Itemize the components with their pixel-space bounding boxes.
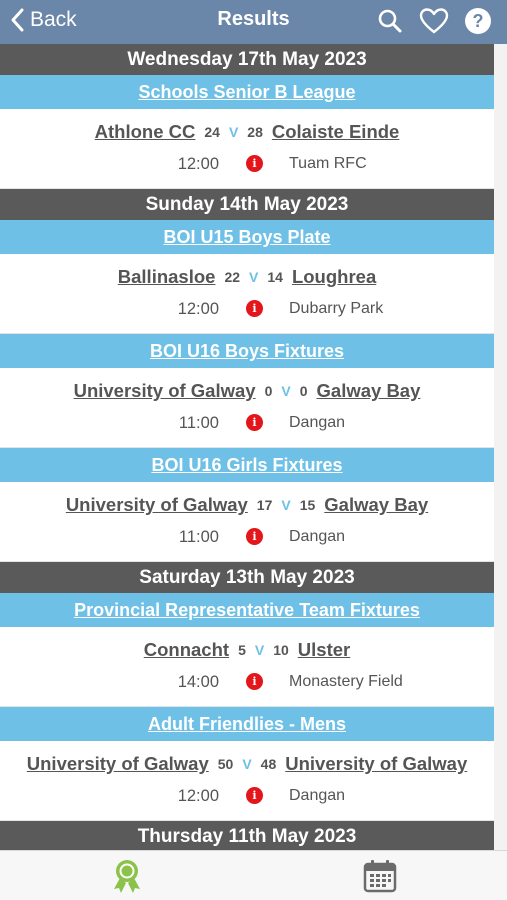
- versus-label: V: [254, 642, 265, 658]
- match-row: Athlone CC 24 V 28 Colaiste Einde 12:00 …: [0, 109, 494, 189]
- home-team-link[interactable]: University of Galway: [74, 380, 256, 402]
- away-score: 14: [267, 269, 283, 285]
- competition-link[interactable]: BOI U15 Boys Plate: [163, 227, 330, 247]
- home-score: 50: [217, 756, 234, 772]
- match-row: University of Galway 0 V 0 Galway Bay 11…: [0, 368, 494, 448]
- match-time: 12:00: [177, 155, 219, 173]
- match-venue: Dubarry Park: [289, 300, 384, 317]
- competition-header[interactable]: BOI U15 Boys Plate: [0, 220, 494, 254]
- versus-label: V: [228, 124, 239, 140]
- info-icon[interactable]: i: [246, 673, 263, 690]
- match-time: 12:00: [177, 787, 219, 805]
- match-venue: Monastery Field: [289, 673, 403, 690]
- info-icon[interactable]: i: [246, 414, 263, 431]
- match-time: 14:00: [177, 673, 219, 691]
- back-label: Back: [30, 8, 77, 31]
- home-score: 0: [264, 383, 273, 399]
- info-icon[interactable]: i: [246, 300, 263, 317]
- away-team-link[interactable]: University of Galway: [285, 753, 467, 775]
- date-header: Saturday 13th May 2023: [0, 562, 494, 593]
- match-venue: Tuam RFC: [289, 155, 367, 172]
- scrollbar[interactable]: [494, 44, 507, 850]
- date-header: Thursday 11th May 2023: [0, 821, 494, 850]
- navigation-bar: Back Results ?: [0, 0, 507, 44]
- match-row: University of Galway 50 V 48 University …: [0, 741, 494, 821]
- away-score: 0: [299, 383, 308, 399]
- chevron-left-icon: [11, 8, 24, 32]
- home-team-link[interactable]: University of Galway: [66, 494, 248, 516]
- tab-calendar[interactable]: [362, 858, 398, 894]
- match-row: Connacht 5 V 10 Ulster 14:00 i Monastery…: [0, 627, 494, 707]
- away-score: 10: [273, 642, 289, 658]
- competition-header[interactable]: Schools Senior B League: [0, 75, 494, 109]
- match-time: 11:00: [178, 528, 219, 546]
- info-icon[interactable]: i: [246, 787, 263, 804]
- tab-results[interactable]: [109, 858, 145, 894]
- match-venue: Dangan: [289, 528, 346, 545]
- away-team-link[interactable]: Ulster: [298, 639, 350, 661]
- tab-bar: [0, 850, 507, 900]
- versus-label: V: [249, 269, 259, 285]
- match-time: 12:00: [177, 300, 219, 318]
- versus-label: V: [242, 756, 252, 772]
- away-score: 48: [260, 756, 277, 772]
- help-icon[interactable]: ?: [463, 6, 493, 36]
- search-icon[interactable]: [375, 6, 405, 36]
- versus-label: V: [281, 383, 291, 399]
- competition-link[interactable]: Schools Senior B League: [138, 82, 355, 102]
- match-venue: Dangan: [289, 414, 346, 431]
- home-team-link[interactable]: University of Galway: [27, 753, 209, 775]
- away-team-link[interactable]: Galway Bay: [324, 494, 428, 516]
- match-row: University of Galway 17 V 15 Galway Bay …: [0, 482, 494, 562]
- award-icon: [114, 860, 140, 893]
- competition-header[interactable]: Provincial Representative Team Fixtures: [0, 593, 494, 627]
- competition-link[interactable]: BOI U16 Boys Fixtures: [150, 341, 344, 361]
- match-time: 11:00: [178, 414, 219, 432]
- away-team-link[interactable]: Loughrea: [292, 266, 376, 288]
- date-header: Wednesday 17th May 2023: [0, 44, 494, 75]
- home-team-link[interactable]: Ballinasloe: [118, 266, 216, 288]
- heart-icon[interactable]: [419, 6, 449, 36]
- home-score: 22: [224, 269, 241, 285]
- info-icon[interactable]: i: [246, 528, 263, 545]
- away-score: 15: [299, 497, 316, 513]
- versus-label: V: [281, 497, 291, 513]
- competition-link[interactable]: Provincial Representative Team Fixtures: [74, 600, 420, 620]
- calendar-icon: [363, 860, 397, 893]
- away-team-link[interactable]: Colaiste Einde: [272, 121, 399, 143]
- results-list[interactable]: Wednesday 17th May 2023 Schools Senior B…: [0, 44, 494, 850]
- back-button[interactable]: Back: [10, 5, 77, 35]
- match-row: Ballinasloe 22 V 14 Loughrea 12:00 i Dub…: [0, 254, 494, 334]
- home-score: 17: [256, 497, 273, 513]
- competition-header[interactable]: BOI U16 Girls Fixtures: [0, 448, 494, 482]
- away-team-link[interactable]: Galway Bay: [317, 380, 421, 402]
- home-score: 24: [204, 124, 220, 140]
- date-header: Sunday 14th May 2023: [0, 189, 494, 220]
- home-team-link[interactable]: Athlone CC: [95, 121, 196, 143]
- home-score: 5: [238, 642, 246, 658]
- competition-link[interactable]: Adult Friendlies - Mens: [148, 714, 346, 734]
- away-score: 28: [247, 124, 263, 140]
- competition-header[interactable]: BOI U16 Boys Fixtures: [0, 334, 494, 368]
- competition-header[interactable]: Adult Friendlies - Mens: [0, 707, 494, 741]
- competition-link[interactable]: BOI U16 Girls Fixtures: [151, 455, 342, 475]
- match-venue: Dangan: [289, 787, 346, 804]
- svg-text:?: ?: [473, 11, 484, 31]
- home-team-link[interactable]: Connacht: [144, 639, 229, 661]
- info-icon[interactable]: i: [246, 155, 263, 172]
